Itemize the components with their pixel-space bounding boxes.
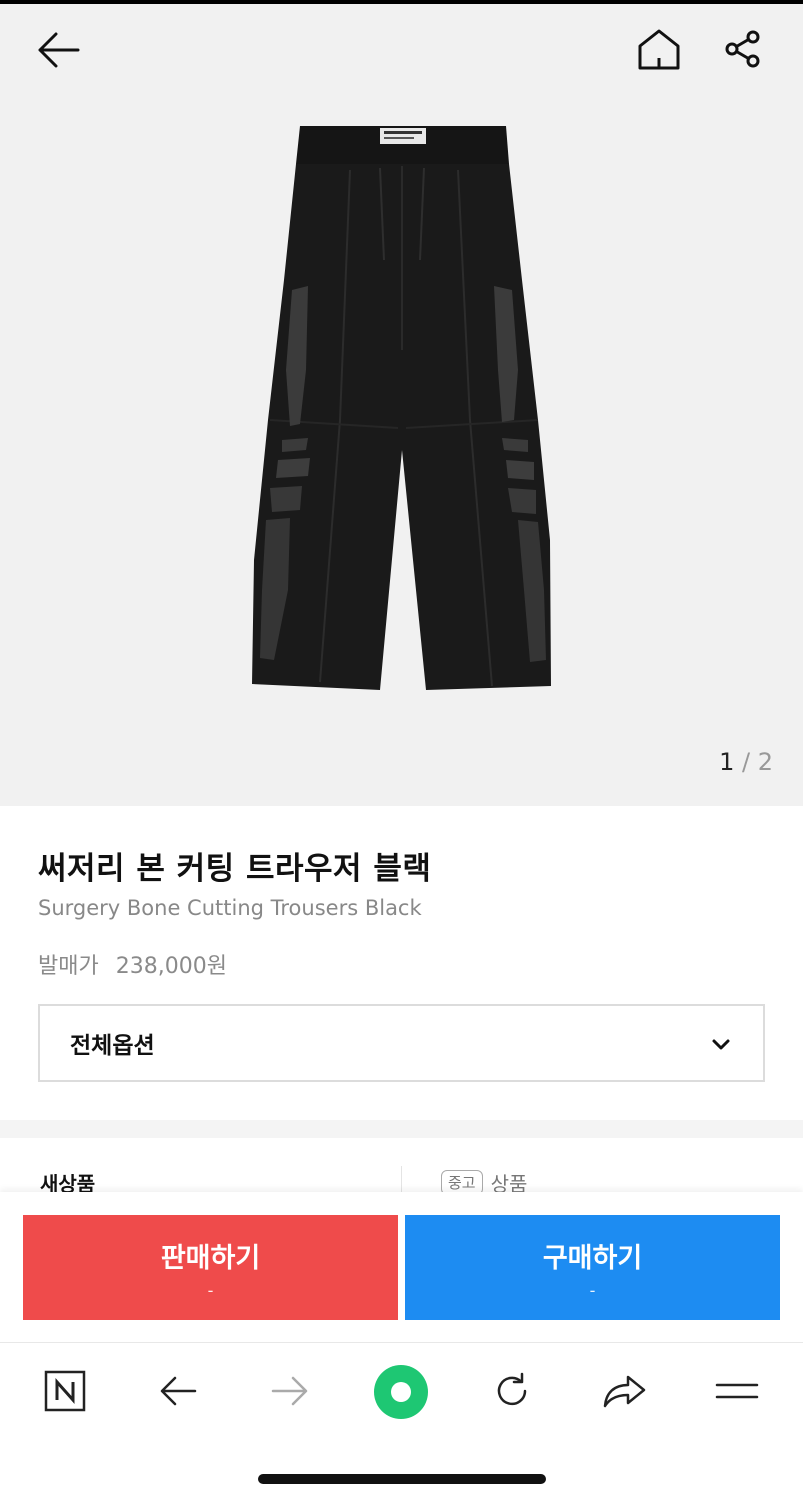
pager-current: 1: [719, 748, 735, 776]
product-title-ko: 써저리 본 커팅 트라우저 블랙: [38, 851, 432, 887]
hamburger-menu-icon: [715, 1383, 759, 1399]
home-indicator: [258, 1474, 546, 1484]
back-button[interactable]: [30, 26, 86, 74]
pager-separator: /: [741, 748, 751, 776]
home-icon: [638, 29, 680, 70]
naver-home-button[interactable]: [35, 1367, 95, 1415]
home-button[interactable]: [632, 24, 686, 74]
image-pager: 1 / 2: [719, 748, 773, 776]
refresh-button[interactable]: [482, 1367, 542, 1415]
release-price-row: 발매가 238,000원: [38, 948, 227, 980]
arrow-right-icon: [271, 1376, 308, 1406]
share-button[interactable]: [718, 24, 768, 74]
option-dropdown[interactable]: 전체옵션: [38, 1004, 765, 1082]
browser-back-button[interactable]: [148, 1367, 208, 1415]
sell-button-price: -: [207, 1280, 214, 1300]
share-arrow-icon: [603, 1375, 646, 1408]
chevron-down-icon: [712, 1039, 730, 1050]
green-dot-icon: [374, 1365, 428, 1419]
arrow-left-icon: [160, 1376, 197, 1406]
buy-button-price: -: [589, 1280, 596, 1300]
action-bar: 판매하기 - 구매하기 -: [0, 1192, 803, 1342]
sell-button-label: 판매하기: [160, 1242, 261, 1274]
product-title-en: Surgery Bone Cutting Trousers Black: [38, 896, 422, 920]
green-dot-button[interactable]: [371, 1363, 431, 1421]
tab-separator: [401, 1166, 402, 1194]
option-dropdown-value: 전체옵션: [70, 1033, 155, 1059]
sell-button[interactable]: 판매하기 -: [23, 1215, 398, 1320]
release-label: 발매가: [38, 954, 99, 979]
condition-tabs: 새상품 중고 상품: [0, 1138, 803, 1196]
pager-total: 2: [757, 748, 773, 776]
release-price: 238,000원: [115, 954, 227, 979]
buy-button-label: 구매하기: [542, 1242, 643, 1274]
share-icon: [725, 30, 760, 68]
browser-forward-button[interactable]: [260, 1367, 320, 1415]
menu-button[interactable]: [707, 1367, 767, 1415]
buy-button[interactable]: 구매하기 -: [405, 1215, 780, 1320]
section-divider: [0, 1120, 803, 1138]
browser-share-button[interactable]: [594, 1367, 654, 1415]
product-photo-trousers: [252, 126, 551, 690]
refresh-icon: [497, 1372, 527, 1406]
product-image-gallery[interactable]: 1 / 2: [0, 4, 803, 806]
naver-n-icon: [44, 1370, 86, 1412]
arrow-left-icon: [38, 32, 80, 68]
